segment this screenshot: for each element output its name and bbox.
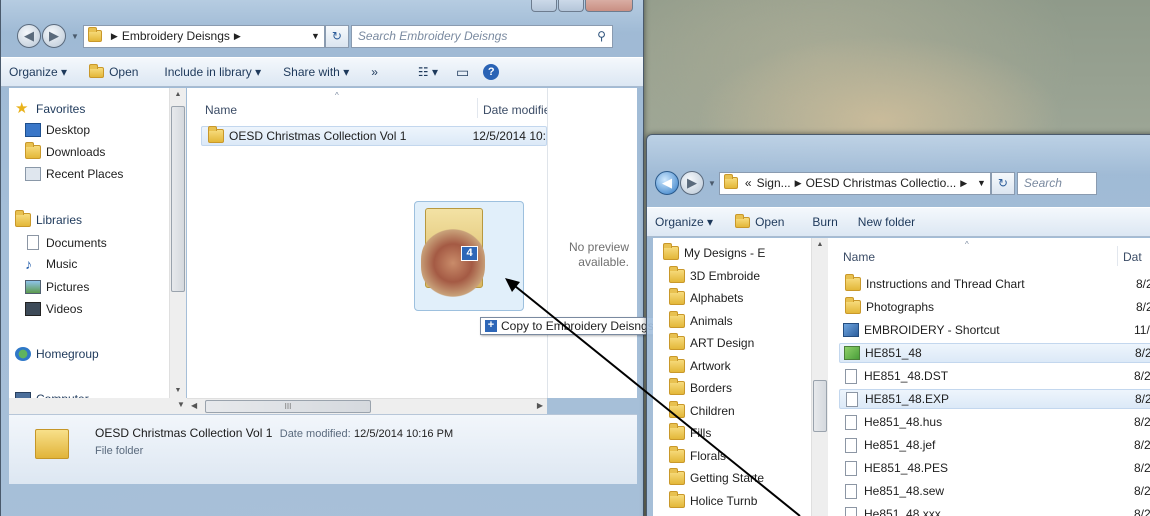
drag-arrow — [505, 278, 801, 516]
drag-arrow-head — [505, 278, 520, 292]
drag-arrow-line — [509, 281, 801, 516]
